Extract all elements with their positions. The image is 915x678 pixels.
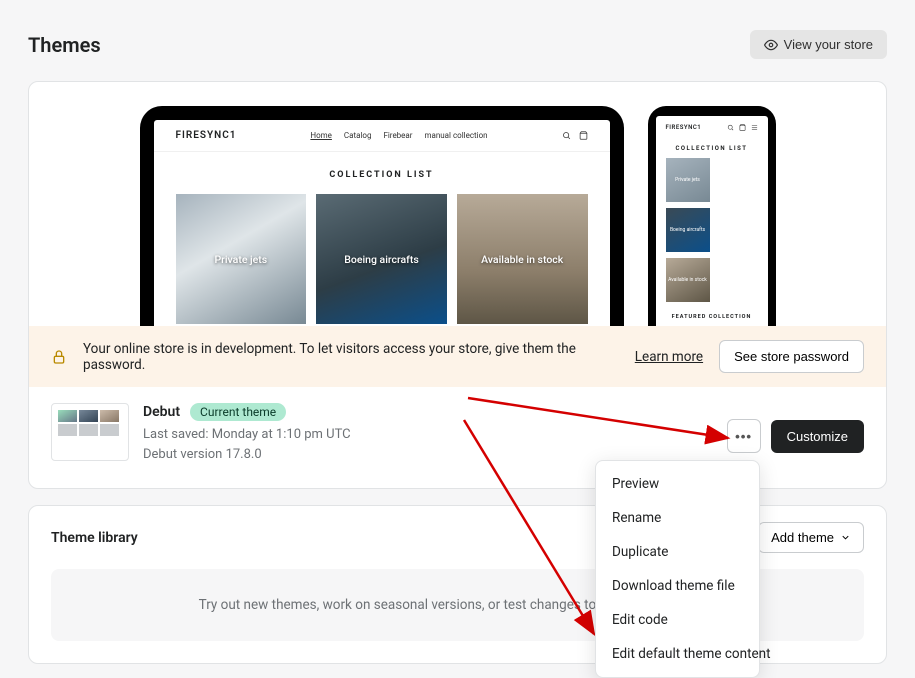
more-actions-button[interactable]: •••	[727, 419, 761, 453]
menu-icon	[751, 124, 758, 131]
chevron-down-icon	[840, 532, 851, 543]
preview-nav: Home Catalog Firebear manual collection	[310, 131, 487, 140]
dots-icon: •••	[735, 429, 752, 444]
menu-item-edit-code[interactable]: Edit code	[596, 603, 759, 637]
learn-more-link[interactable]: Learn more	[635, 349, 703, 365]
theme-preview: FIRESYNC1 Home Catalog Firebear manual c…	[29, 82, 886, 326]
eye-icon	[764, 38, 778, 52]
menu-item-duplicate[interactable]: Duplicate	[596, 535, 759, 569]
view-your-store-button[interactable]: View your store	[750, 30, 887, 59]
collection-list-title: COLLECTION LIST	[154, 152, 610, 194]
bag-icon	[579, 131, 588, 140]
preview-mobile-brand: FIRESYNC1	[666, 124, 702, 131]
page-title: Themes	[28, 33, 101, 57]
menu-item-rename[interactable]: Rename	[596, 501, 759, 535]
theme-last-saved: Last saved: Monday at 1:10 pm UTC	[143, 425, 713, 445]
nav-item: manual collection	[424, 131, 487, 140]
see-store-password-button[interactable]: See store password	[719, 340, 864, 373]
collection-card: Available in stock	[457, 194, 588, 324]
menu-item-edit-default-content[interactable]: Edit default theme content	[596, 637, 759, 671]
collection-card: Private jets	[666, 158, 710, 202]
featured-collection-title: FEATURED COLLECTION	[656, 302, 768, 326]
view-store-label: View your store	[784, 37, 873, 52]
add-theme-label: Add theme	[771, 530, 834, 545]
preview-mobile: FIRESYNC1 COLLECTION LIST Private jets B…	[648, 106, 776, 326]
current-theme-card: FIRESYNC1 Home Catalog Firebear manual c…	[28, 81, 887, 489]
collection-card: Available in stock	[666, 258, 710, 302]
preview-desktop: FIRESYNC1 Home Catalog Firebear manual c…	[140, 106, 624, 326]
customize-button[interactable]: Customize	[771, 420, 864, 453]
menu-item-download[interactable]: Download theme file	[596, 569, 759, 603]
add-theme-button[interactable]: Add theme	[758, 522, 864, 553]
theme-name: Debut	[143, 404, 180, 420]
lock-icon	[51, 349, 67, 365]
menu-item-preview[interactable]: Preview	[596, 467, 759, 501]
more-actions-menu: Preview Rename Duplicate Download theme …	[595, 460, 760, 678]
nav-item: Home	[310, 131, 332, 140]
theme-library-title: Theme library	[51, 530, 138, 546]
search-icon	[562, 131, 571, 140]
development-message: Your online store is in development. To …	[83, 341, 619, 373]
collection-card: Private jets	[176, 194, 307, 324]
bag-icon	[739, 124, 746, 131]
preview-brand: FIRESYNC1	[176, 130, 237, 141]
current-theme-badge: Current theme	[190, 403, 286, 421]
collection-list-title: COLLECTION LIST	[656, 139, 768, 158]
nav-item: Firebear	[383, 131, 412, 140]
development-banner: Your online store is in development. To …	[29, 326, 886, 387]
nav-item: Catalog	[344, 131, 372, 140]
collection-card: Boeing aircrafts	[316, 194, 447, 324]
collection-card: Boeing aircrafts	[666, 208, 710, 252]
search-icon	[727, 124, 734, 131]
theme-thumbnail	[51, 403, 129, 461]
